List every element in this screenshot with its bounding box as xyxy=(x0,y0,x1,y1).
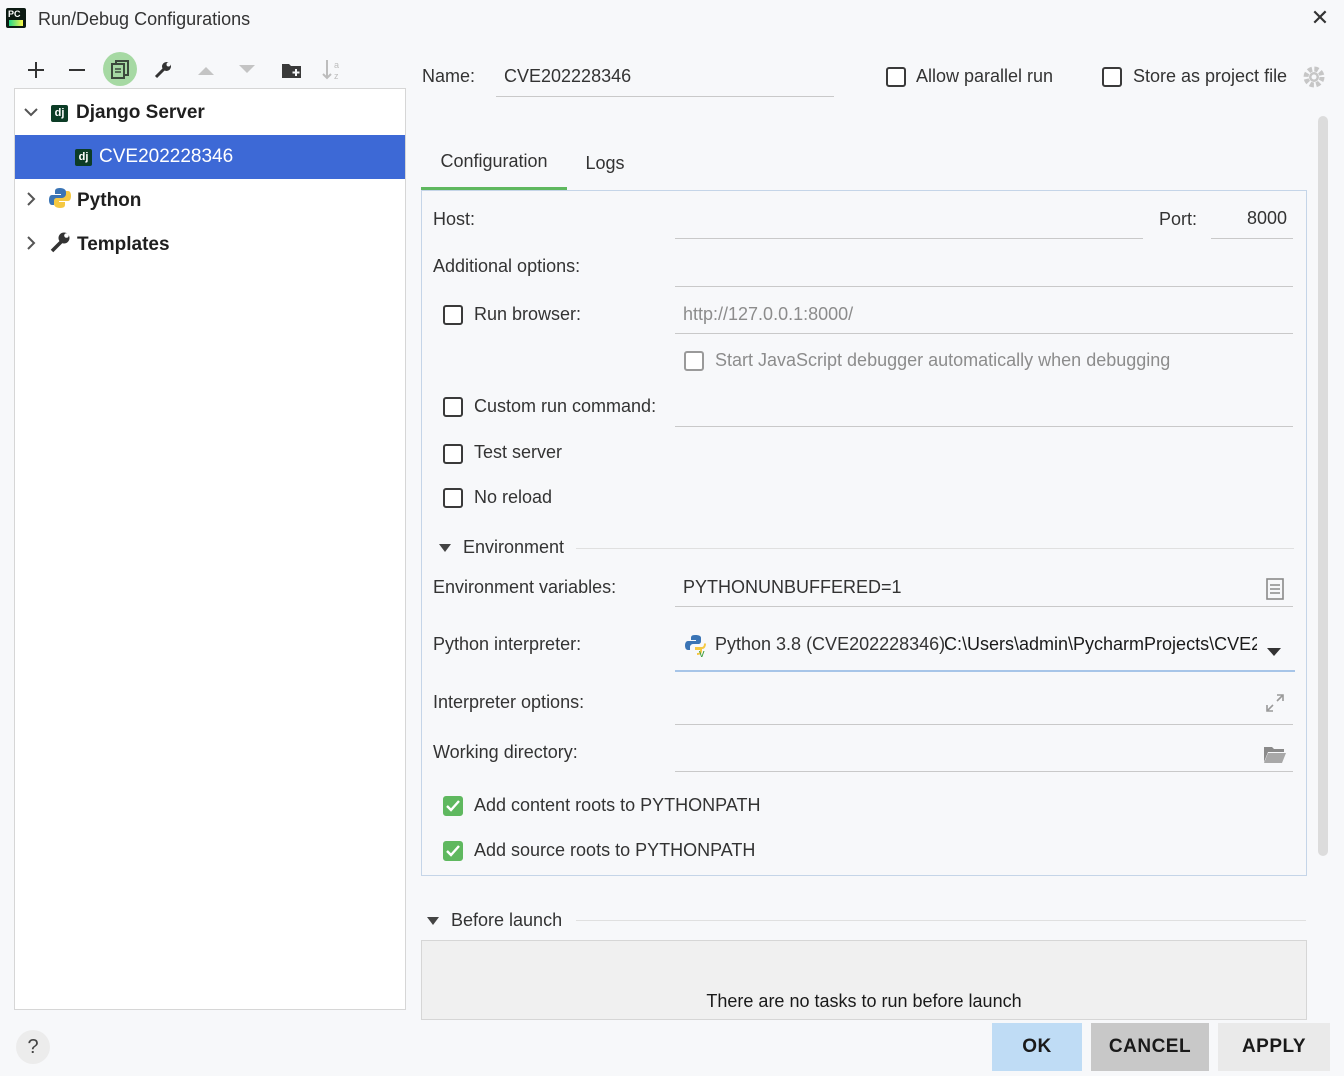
custom-run-label: Custom run command: xyxy=(474,396,657,416)
interpreter-path: C:\Users\admin\PycharmProjects\CVE2 xyxy=(944,634,1257,654)
test-server-label: Test server xyxy=(474,442,563,462)
run-browser-label: Run browser: xyxy=(474,304,582,324)
env-vars-input[interactable]: PYTHONUNBUFFERED=1 xyxy=(675,570,1293,607)
store-project-label: Store as project file xyxy=(1133,66,1288,86)
before-launch-task-list[interactable]: There are no tasks to run before launch xyxy=(421,940,1307,1020)
wrench-icon xyxy=(49,231,71,259)
move-up-icon[interactable] xyxy=(192,56,220,84)
working-dir-input[interactable] xyxy=(675,735,1293,772)
help-button[interactable]: ? xyxy=(16,1030,50,1064)
before-launch-label: Before launch xyxy=(451,910,563,930)
no-reload-label: No reload xyxy=(474,487,553,507)
dropdown-arrow-icon xyxy=(1267,641,1281,662)
remove-icon[interactable] xyxy=(63,56,91,84)
environment-section-label: Environment xyxy=(463,537,565,557)
before-launch-toggle[interactable]: Before launch xyxy=(427,910,562,931)
document-icon[interactable] xyxy=(1266,578,1284,605)
tree-group-django-server[interactable]: dj Django Server xyxy=(15,91,405,135)
pycharm-logo-icon: PC xyxy=(6,8,26,28)
gear-icon[interactable] xyxy=(1302,65,1326,94)
chevron-right-icon[interactable] xyxy=(19,235,43,255)
content-roots-label: Add content roots to PYTHONPATH xyxy=(474,795,761,815)
configuration-tree[interactable]: dj Django Server dj CVE202228346 Python … xyxy=(14,88,406,1010)
tree-group-label: Templates xyxy=(77,234,170,255)
collapse-triangle-icon xyxy=(427,916,439,925)
add-icon[interactable] xyxy=(22,56,50,84)
tree-group-templates[interactable]: Templates xyxy=(15,223,405,267)
expand-icon[interactable] xyxy=(1265,693,1285,718)
name-input[interactable]: CVE202228346 xyxy=(496,60,834,97)
environment-section-toggle[interactable]: Environment xyxy=(439,537,564,558)
copy-icon[interactable] xyxy=(103,52,137,86)
additional-options-input[interactable] xyxy=(675,250,1293,287)
tree-group-label: Django Server xyxy=(76,102,205,123)
django-icon: dj xyxy=(51,104,68,122)
test-server-checkbox[interactable] xyxy=(443,444,463,464)
scrollbar[interactable] xyxy=(1318,116,1328,856)
run-browser-url: http://127.0.0.1:8000/ xyxy=(683,304,854,324)
source-roots-checkbox[interactable] xyxy=(443,841,463,861)
interpreter-options-input[interactable] xyxy=(675,686,1293,725)
working-dir-label: Working directory: xyxy=(433,742,578,762)
host-input[interactable] xyxy=(675,202,1143,239)
run-browser-checkbox[interactable] xyxy=(443,305,463,325)
port-value: 8000 xyxy=(1246,208,1287,228)
python-icon: v xyxy=(685,634,709,663)
run-browser-url-input[interactable]: http://127.0.0.1:8000/ xyxy=(675,297,1293,334)
configuration-panel xyxy=(421,190,1307,876)
interpreter-select[interactable]: v Python 3.8 (CVE202228346) C:\Users\adm… xyxy=(675,622,1295,672)
interpreter-label: Python interpreter: xyxy=(433,634,582,654)
close-icon[interactable]: ✕ xyxy=(1308,6,1332,30)
django-icon: dj xyxy=(75,148,92,166)
apply-button[interactable]: APPLY xyxy=(1218,1023,1330,1071)
host-label: Host: xyxy=(433,209,476,229)
name-value: CVE202228346 xyxy=(504,66,632,86)
chevron-right-icon[interactable] xyxy=(19,191,43,211)
section-divider xyxy=(576,920,1306,921)
python-icon xyxy=(49,187,71,215)
svg-text:z: z xyxy=(334,71,339,81)
js-debugger-label: Start JavaScript debugger automatically … xyxy=(715,350,1171,370)
svg-text:v: v xyxy=(699,648,705,658)
tree-group-python[interactable]: Python xyxy=(15,179,405,223)
tree-item-label: CVE202228346 xyxy=(99,146,234,167)
allow-parallel-label: Allow parallel run xyxy=(916,66,1054,86)
source-roots-label: Add source roots to PYTHONPATH xyxy=(474,840,756,860)
js-debugger-checkbox[interactable] xyxy=(684,351,704,371)
before-launch-empty-text: There are no tasks to run before launch xyxy=(706,991,1022,1011)
window-title: Run/Debug Configurations xyxy=(38,9,251,29)
name-label: Name: xyxy=(422,66,476,86)
cancel-button[interactable]: CANCEL xyxy=(1091,1023,1209,1071)
svg-text:a: a xyxy=(334,60,339,70)
port-input[interactable]: 8000 xyxy=(1211,202,1293,239)
interpreter-options-label: Interpreter options: xyxy=(433,692,585,712)
additional-options-label: Additional options: xyxy=(433,256,581,276)
tab-logs[interactable]: Logs xyxy=(570,136,640,190)
chevron-down-icon[interactable] xyxy=(19,104,43,122)
tree-item-cve202228346[interactable]: dj CVE202228346 xyxy=(15,135,405,179)
no-reload-checkbox[interactable] xyxy=(443,488,463,508)
custom-run-checkbox[interactable] xyxy=(443,397,463,417)
tab-configuration[interactable]: Configuration xyxy=(421,136,567,190)
sort-icon[interactable]: az xyxy=(319,56,347,84)
allow-parallel-checkbox[interactable] xyxy=(886,67,906,87)
port-label: Port: xyxy=(1159,209,1198,229)
env-vars-value: PYTHONUNBUFFERED=1 xyxy=(683,577,902,597)
new-folder-icon[interactable] xyxy=(278,56,306,84)
content-roots-checkbox[interactable] xyxy=(443,796,463,816)
store-project-checkbox[interactable] xyxy=(1102,67,1122,87)
folder-icon[interactable] xyxy=(1263,744,1287,769)
section-divider xyxy=(576,548,1294,549)
move-down-icon[interactable] xyxy=(233,56,261,84)
app-icon-text: PC xyxy=(8,9,21,19)
interpreter-name: Python 3.8 (CVE202228346) xyxy=(715,634,946,654)
env-vars-label: Environment variables: xyxy=(433,577,617,597)
custom-run-input[interactable] xyxy=(675,390,1293,427)
collapse-triangle-icon xyxy=(439,543,451,552)
ok-button[interactable]: OK xyxy=(992,1023,1082,1071)
wrench-icon[interactable] xyxy=(149,56,177,84)
tree-group-label: Python xyxy=(77,190,142,211)
